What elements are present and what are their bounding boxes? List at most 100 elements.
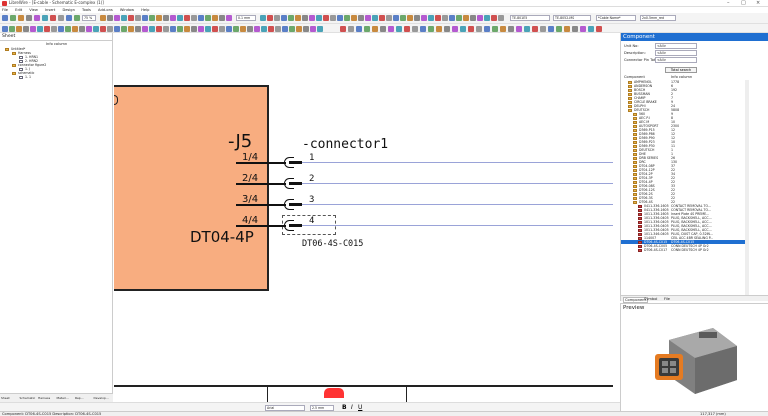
toolbar-tool-icon[interactable] <box>261 26 267 32</box>
toolbar-tool-icon[interactable] <box>379 15 385 21</box>
toolbar-tool-icon[interactable] <box>177 26 183 32</box>
toolbar-tool-icon[interactable] <box>107 26 113 32</box>
toolbar-tool-icon[interactable] <box>380 26 386 32</box>
toolbar-tool-icon[interactable] <box>37 26 43 32</box>
toolbar-tool-icon[interactable] <box>275 26 281 32</box>
toolbar-tool-icon[interactable] <box>358 15 364 21</box>
connector-block[interactable] <box>114 85 269 291</box>
toolbar-tool-icon[interactable] <box>498 15 504 21</box>
toolbar-tool-icon[interactable] <box>10 15 16 21</box>
toolbar-tool-icon[interactable] <box>420 26 426 32</box>
toolbar-tool-icon[interactable] <box>302 15 308 21</box>
toolbar-tool-icon[interactable] <box>564 26 570 32</box>
toolbar-tool-icon[interactable] <box>364 26 370 32</box>
cable-combo-2[interactable]: TE-8052-MS <box>553 15 591 21</box>
toolbar-tool-icon[interactable] <box>337 15 343 21</box>
wire-line[interactable] <box>302 183 613 184</box>
filter-select[interactable]: <All> <box>655 50 697 56</box>
toolbar-tool-icon[interactable] <box>74 15 80 21</box>
toolbar-tool-icon[interactable] <box>484 15 490 21</box>
toolbar-tool-icon[interactable] <box>532 26 538 32</box>
toolbar-tool-icon[interactable] <box>86 26 92 32</box>
wire-line[interactable] <box>302 225 613 226</box>
toolbar-tool-icon[interactable] <box>198 15 204 21</box>
toolbar-tool-icon[interactable] <box>121 15 127 21</box>
toolbar-tool-icon[interactable] <box>219 26 225 32</box>
toolbar-tool-icon[interactable] <box>66 15 72 21</box>
bottom-tab[interactable]: Develop... <box>94 396 109 400</box>
toolbar-tool-icon[interactable] <box>42 15 48 21</box>
toolbar-tool-icon[interactable] <box>107 15 113 21</box>
toolbar-tool-icon[interactable] <box>72 26 78 32</box>
toolbar-tool-icon[interactable] <box>51 26 57 32</box>
minimize-icon[interactable]: – <box>727 0 730 7</box>
toolbar-tool-icon[interactable] <box>340 26 346 32</box>
search-button[interactable]: Total search <box>665 67 697 73</box>
font-select[interactable]: Arial <box>265 404 305 411</box>
toolbar-tool-icon[interactable] <box>476 26 482 32</box>
toolbar-tool-icon[interactable] <box>156 15 162 21</box>
sheet-tree-item[interactable]: 1. 1 <box>2 75 110 79</box>
toolbar-tool-icon[interactable] <box>58 26 64 32</box>
wire-line[interactable] <box>302 162 613 163</box>
toolbar-tool-icon[interactable] <box>26 15 32 21</box>
zoom-select[interactable]: 75 % <box>82 15 96 21</box>
toolbar-tool-icon[interactable] <box>524 26 530 32</box>
toolbar-tool-icon[interactable] <box>492 26 498 32</box>
toolbar-tool-icon[interactable] <box>444 26 450 32</box>
toolbar-tool-icon[interactable] <box>100 26 106 32</box>
toolbar-tool-icon[interactable] <box>365 15 371 21</box>
toolbar-tool-icon[interactable] <box>177 15 183 21</box>
mate-part-number[interactable]: DT06-4S-C015 <box>302 239 363 249</box>
toolbar-tool-icon[interactable] <box>388 26 394 32</box>
toolbar-tool-icon[interactable] <box>407 15 413 21</box>
toolbar-tool-icon[interactable] <box>323 15 329 21</box>
toolbar-tool-icon[interactable] <box>184 26 190 32</box>
toolbar-tool-icon[interactable] <box>452 26 458 32</box>
toolbar-tool-icon[interactable] <box>303 26 309 32</box>
toolbar-tool-icon[interactable] <box>344 15 350 21</box>
toolbar-tool-icon[interactable] <box>18 15 24 21</box>
toolbar-tool-icon[interactable] <box>274 15 280 21</box>
schematic-canvas[interactable]: -J5 DT04-4P -connector1 DT06-4S-C015 1/4… <box>114 33 613 402</box>
toolbar-tool-icon[interactable] <box>596 26 602 32</box>
toolbar-tool-icon[interactable] <box>170 15 176 21</box>
toolbar-tool-icon[interactable] <box>205 15 211 21</box>
toolbar-tool-icon[interactable] <box>470 15 476 21</box>
toolbar-tool-icon[interactable] <box>128 15 134 21</box>
toolbar-tool-icon[interactable] <box>421 15 427 21</box>
toolbar-tool-icon[interactable] <box>580 26 586 32</box>
wire-combo[interactable]: 2x0.5mm_red <box>640 15 676 21</box>
toolbar-tool-icon[interactable] <box>356 26 362 32</box>
toolbar-tool-icon[interactable] <box>240 26 246 32</box>
toolbar-tool-icon[interactable] <box>233 26 239 32</box>
toolbar-tool-icon[interactable] <box>135 15 141 21</box>
toolbar-tool-icon[interactable] <box>463 15 469 21</box>
toolbar-tool-icon[interactable] <box>548 26 554 32</box>
toolbar-tool-icon[interactable] <box>281 15 287 21</box>
toolbar-tool-icon[interactable] <box>247 26 253 32</box>
toolbar-tool-icon[interactable] <box>254 26 260 32</box>
toolbar-tool-icon[interactable] <box>556 26 562 32</box>
toolbar-tool-icon[interactable] <box>288 15 294 21</box>
component-tree-item[interactable]: DT06-4S-C017 CONN DEUTSCH 4P Gr2 <box>621 248 745 252</box>
bold-button[interactable]: B <box>342 404 347 411</box>
connector-label[interactable]: -connector1 <box>302 137 388 152</box>
toolbar-tool-icon[interactable] <box>516 26 522 32</box>
toolbar-tool-icon[interactable] <box>184 15 190 21</box>
toolbar-tool-icon[interactable] <box>2 26 8 32</box>
toolbar-tool-icon[interactable] <box>295 15 301 21</box>
toolbar-tool-icon[interactable] <box>412 26 418 32</box>
maximize-icon[interactable]: □ <box>741 0 746 7</box>
toolbar-tool-icon[interactable] <box>351 15 357 21</box>
cable-combo-1[interactable]: TE-801E5 <box>510 15 550 21</box>
toolbar-tool-icon[interactable] <box>149 15 155 21</box>
toolbar-tool-icon[interactable] <box>142 15 148 21</box>
toolbar-tool-icon[interactable] <box>163 15 169 21</box>
toolbar-tool-icon[interactable] <box>477 15 483 21</box>
toolbar-tool-icon[interactable] <box>58 15 64 21</box>
toolbar-tool-icon[interactable] <box>93 26 99 32</box>
toolbar-tool-icon[interactable] <box>65 26 71 32</box>
close-icon[interactable]: × <box>756 0 760 7</box>
toolbar-tool-icon[interactable] <box>572 26 578 32</box>
